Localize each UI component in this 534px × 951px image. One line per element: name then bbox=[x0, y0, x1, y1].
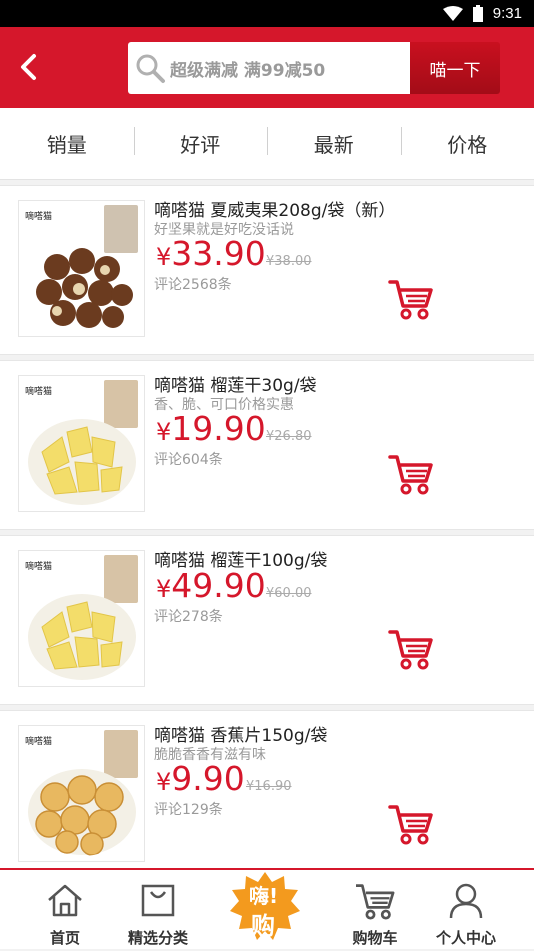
back-arrow-icon bbox=[18, 53, 38, 81]
brand-logo: 嘀嗒猫 bbox=[25, 734, 52, 747]
sort-tab-price[interactable]: 价格 bbox=[401, 129, 534, 158]
sort-bar: 销量 好评 最新 价格 bbox=[0, 108, 534, 180]
status-bar: 9:31 bbox=[0, 0, 534, 27]
review-count: 评论129条 bbox=[154, 799, 223, 819]
tab-cart[interactable]: 购物车 bbox=[335, 870, 415, 951]
price-value: 19.90 bbox=[171, 409, 265, 448]
product-image: 嘀嗒猫 bbox=[18, 550, 145, 687]
search-input[interactable]: 超级满减 满99减50 bbox=[128, 42, 410, 94]
product-image: 嘀嗒猫 bbox=[18, 375, 145, 512]
product-price: ¥9.90 bbox=[156, 759, 245, 798]
add-to-cart-icon[interactable] bbox=[388, 803, 434, 845]
shopping-bag-icon bbox=[140, 882, 176, 918]
tab-profile[interactable]: 个人中心 bbox=[426, 870, 506, 951]
promo-badge-line1: 嗨! bbox=[249, 880, 278, 909]
tab-home-label: 首页 bbox=[50, 927, 80, 948]
add-to-cart-icon[interactable] bbox=[388, 453, 434, 495]
sort-tab-sales[interactable]: 销量 bbox=[0, 129, 134, 158]
user-icon bbox=[448, 882, 484, 920]
search-placeholder: 超级满减 满99减50 bbox=[170, 56, 325, 81]
original-price: ¥26.80 bbox=[266, 429, 312, 444]
tab-profile-label: 个人中心 bbox=[436, 927, 496, 948]
currency-symbol: ¥ bbox=[156, 418, 171, 446]
product-card[interactable]: 嘀嗒猫 嘀嗒猫 香蕉片150g/袋 脆脆香香有滋有味 ¥9.90 ¥16.90 … bbox=[0, 710, 534, 880]
currency-symbol: ¥ bbox=[156, 575, 171, 603]
search-icon bbox=[134, 52, 166, 84]
sort-tab-rating[interactable]: 好评 bbox=[134, 129, 268, 158]
search-button[interactable]: 喵一下 bbox=[410, 42, 500, 94]
original-price: ¥60.00 bbox=[266, 586, 312, 601]
product-title: 嘀嗒猫 香蕉片150g/袋 bbox=[154, 721, 327, 746]
currency-symbol: ¥ bbox=[156, 243, 171, 271]
sort-tab-newest[interactable]: 最新 bbox=[267, 129, 401, 158]
clock: 9:31 bbox=[493, 5, 522, 22]
review-count: 评论2568条 bbox=[154, 274, 232, 294]
tab-category[interactable]: 精选分类 bbox=[118, 870, 198, 951]
brand-logo: 嘀嗒猫 bbox=[25, 209, 52, 222]
currency-symbol: ¥ bbox=[156, 768, 171, 796]
original-price: ¥38.00 bbox=[266, 254, 312, 269]
tab-home[interactable]: 首页 bbox=[30, 870, 100, 951]
back-button[interactable] bbox=[10, 49, 46, 85]
brand-logo: 嘀嗒猫 bbox=[25, 384, 52, 397]
brand-logo: 嘀嗒猫 bbox=[25, 559, 52, 572]
product-title: 嘀嗒猫 夏威夷果208g/袋（新） bbox=[154, 196, 395, 221]
product-image: 嘀嗒猫 bbox=[18, 725, 145, 862]
product-price: ¥19.90 bbox=[156, 409, 266, 448]
original-price: ¥16.90 bbox=[246, 779, 292, 794]
cart-icon bbox=[354, 882, 396, 920]
promo-badge-button[interactable]: 嗨! 购 bbox=[229, 870, 301, 946]
product-card[interactable]: 嘀嗒猫 嘀嗒猫 夏威夷果208g/袋（新） 好坚果就是好吃没话说 ¥33.90 … bbox=[0, 185, 534, 355]
product-card[interactable]: 嘀嗒猫 嘀嗒猫 榴莲干100g/袋 ¥49.90 ¥60.00 评论278条 bbox=[0, 535, 534, 705]
wifi-icon bbox=[443, 6, 463, 22]
tab-category-label: 精选分类 bbox=[128, 927, 188, 948]
add-to-cart-icon[interactable] bbox=[388, 628, 434, 670]
tab-cart-label: 购物车 bbox=[352, 927, 397, 948]
product-card[interactable]: 嘀嗒猫 嘀嗒猫 榴莲干30g/袋 香、脆、可口价格实惠 ¥19.90 ¥26.8… bbox=[0, 360, 534, 530]
price-value: 33.90 bbox=[171, 234, 265, 273]
review-count: 评论278条 bbox=[154, 606, 223, 626]
price-value: 9.90 bbox=[171, 759, 244, 798]
review-count: 评论604条 bbox=[154, 449, 223, 469]
promo-badge-line2: 购 bbox=[251, 906, 275, 941]
product-title: 嘀嗒猫 榴莲干30g/袋 bbox=[154, 371, 317, 396]
product-price: ¥33.90 bbox=[156, 234, 266, 273]
home-icon bbox=[45, 882, 85, 918]
product-price: ¥49.90 bbox=[156, 566, 266, 605]
battery-icon bbox=[473, 5, 483, 22]
product-image: 嘀嗒猫 bbox=[18, 200, 145, 337]
header: 超级满减 满99减50 喵一下 bbox=[0, 27, 534, 108]
price-value: 49.90 bbox=[171, 566, 265, 605]
add-to-cart-icon[interactable] bbox=[388, 278, 434, 320]
